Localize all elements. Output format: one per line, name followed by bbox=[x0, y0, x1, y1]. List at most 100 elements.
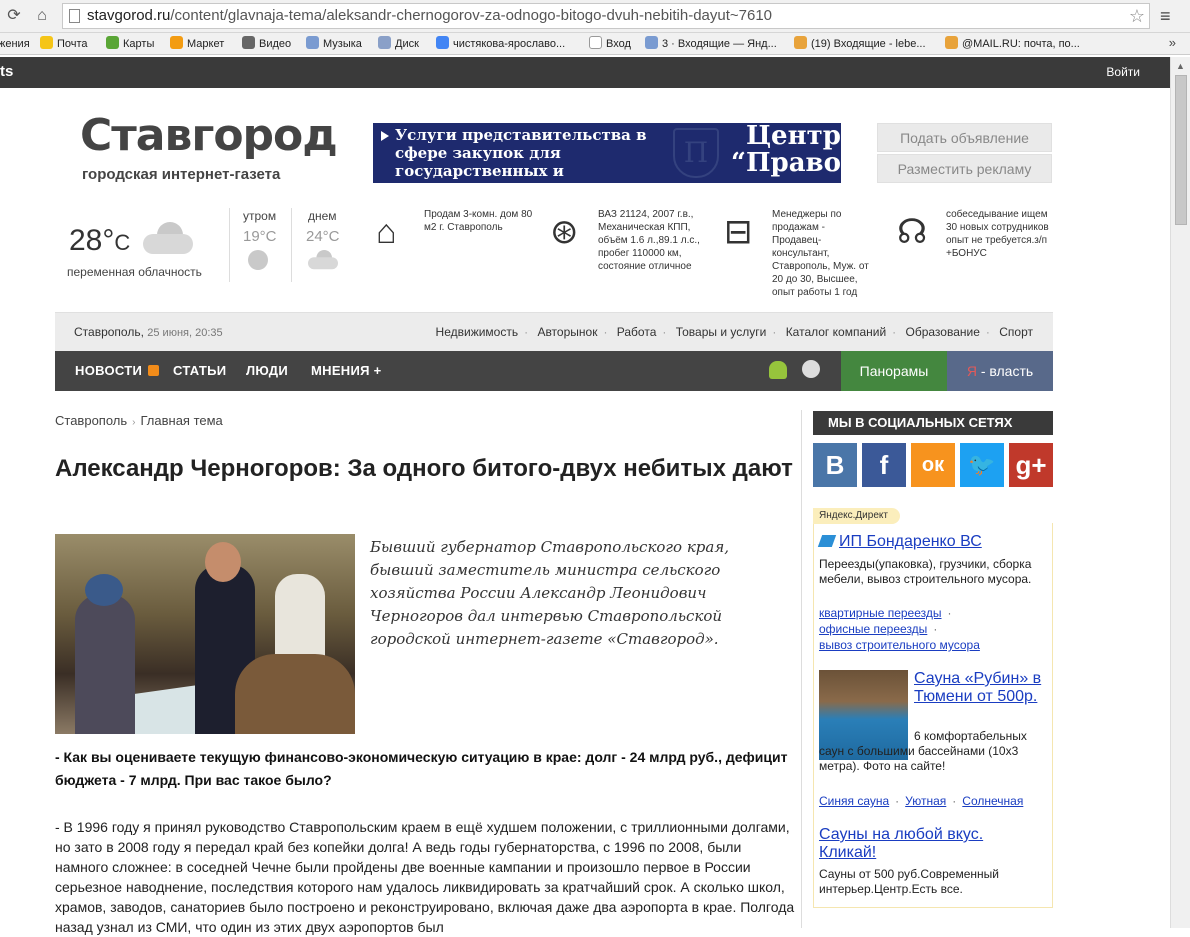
banner-text: Услуги представительства в сфере закупок… bbox=[381, 126, 685, 198]
site-topbar: ts Войти bbox=[0, 57, 1170, 88]
disk-icon bbox=[378, 36, 391, 49]
scroll-up-icon[interactable]: ▲ bbox=[1176, 61, 1185, 71]
ad3-text: Сауны от 500 руб.Современный интерьер.Це… bbox=[819, 867, 999, 896]
morning-temp: 19°C bbox=[243, 228, 277, 245]
mail-icon bbox=[40, 36, 53, 49]
classified-text[interactable]: ВАЗ 21124, 2007 г.в., Механическая КПП, … bbox=[598, 208, 708, 273]
category-link[interactable]: Недвижимость bbox=[436, 325, 519, 339]
ad1-title[interactable]: ИП Бондаренко ВС bbox=[839, 533, 982, 551]
bookmark-item[interactable]: 3 · Входящие — Янд... bbox=[645, 36, 777, 52]
day-temp: 24°C bbox=[306, 228, 340, 245]
cloud-icon bbox=[143, 222, 193, 254]
article-photo bbox=[55, 534, 355, 734]
page-icon bbox=[589, 36, 602, 49]
rss-icon[interactable] bbox=[148, 365, 160, 376]
page-icon bbox=[69, 9, 80, 23]
bookmark-item[interactable]: Маркет bbox=[170, 36, 224, 52]
scrollbar[interactable]: ▲ bbox=[1170, 57, 1190, 928]
apple-icon[interactable] bbox=[802, 360, 820, 378]
bookmark-item[interactable]: чистякова-ярославо... bbox=[436, 36, 565, 52]
classified-text[interactable]: Продам 3-комн. дом 80 м2 г. Ставрополь bbox=[424, 208, 534, 234]
bookmarks-more[interactable]: » bbox=[1169, 35, 1176, 50]
interview-answer: - В 1996 году я принял руководство Ставр… bbox=[55, 819, 795, 935]
breadcrumb: Ставрополь › Главная тема bbox=[55, 413, 223, 428]
steering-wheel-icon: ⊛ bbox=[550, 213, 579, 251]
ad2-link[interactable]: Синяя сауна bbox=[819, 794, 889, 808]
sun-icon bbox=[248, 250, 268, 270]
divider bbox=[229, 208, 230, 282]
bookmark-item[interactable]: Музыка bbox=[306, 36, 362, 52]
google-plus-icon[interactable]: g+ bbox=[1009, 443, 1053, 487]
ad2-link[interactable]: Солнечная bbox=[962, 794, 1023, 808]
classified-text[interactable]: собеседывание ищем 30 новых сотрудников … bbox=[946, 208, 1051, 260]
ad1-link[interactable]: квартирные переезды · bbox=[819, 605, 958, 621]
category-link[interactable]: Образование bbox=[906, 325, 980, 339]
post-ad-button[interactable]: Подать объявление bbox=[877, 123, 1052, 152]
login-link[interactable]: Войти bbox=[1106, 65, 1140, 79]
bookmark-item[interactable]: Видео bbox=[242, 36, 291, 52]
bookmark-item[interactable]: Диск bbox=[378, 36, 419, 52]
article-lead: Бывший губернатор Ставропольского края, … bbox=[370, 538, 730, 648]
ad1-link[interactable]: офисные переезды · bbox=[819, 621, 943, 637]
classified-text[interactable]: Менеджеры по продажам - Продавец-консуль… bbox=[772, 208, 877, 299]
menu-icon[interactable]: ≡ bbox=[1160, 6, 1171, 27]
weather-desc: переменная облачность bbox=[67, 265, 202, 279]
day-label: днем bbox=[308, 209, 337, 223]
at-icon bbox=[945, 36, 958, 49]
maps-icon bbox=[106, 36, 119, 49]
ad2-title[interactable]: Сауна «Рубин» в Тюмени от 500р. bbox=[914, 670, 1044, 706]
bookmark-item[interactable]: жения bbox=[0, 36, 30, 52]
divider bbox=[801, 410, 802, 928]
category-link[interactable]: Товары и услуги bbox=[676, 325, 767, 339]
site-logo[interactable]: Ставгород bbox=[80, 110, 338, 161]
ad3-title[interactable]: Сауны на любой вкус. Кликай! bbox=[819, 826, 1019, 862]
ad2-text: 6 комфортабельных саун с большими бассей… bbox=[819, 729, 1027, 773]
ad2-link[interactable]: Уютная bbox=[905, 794, 946, 808]
bookmark-star-icon[interactable]: ☆ bbox=[1129, 4, 1145, 28]
home-icon[interactable]: ⌂ bbox=[32, 6, 52, 26]
site-tagline: городская интернет-газета bbox=[82, 166, 281, 183]
place-ad-button[interactable]: Разместить рекламу bbox=[877, 154, 1052, 183]
facebook-icon[interactable]: f bbox=[862, 443, 906, 487]
category-link[interactable]: Спорт bbox=[999, 325, 1033, 339]
ad1-link[interactable]: вывоз строительного мусора bbox=[819, 637, 980, 653]
nav-news[interactable]: НОВОСТИ bbox=[75, 363, 160, 378]
market-icon bbox=[170, 36, 183, 49]
ya-vlast-button[interactable]: Я - власть bbox=[947, 351, 1053, 391]
panoramas-button[interactable]: Панорамы bbox=[841, 351, 947, 391]
odnoklassniki-icon[interactable]: ок bbox=[911, 443, 955, 487]
briefcase-icon: ⊟ bbox=[724, 213, 753, 251]
twitter-icon[interactable]: 🐦 bbox=[960, 443, 1004, 487]
yandex-direct-label: Яндекс.Директ bbox=[813, 508, 900, 524]
breadcrumb-link[interactable]: Главная тема bbox=[140, 413, 222, 428]
article-title: Александр Черногоров: За одного битого-д… bbox=[55, 455, 793, 482]
topbar-left-text: ts bbox=[0, 63, 14, 80]
nav-people[interactable]: ЛЮДИ bbox=[246, 363, 288, 378]
main-nav: НОВОСТИ СТАТЬИ ЛЮДИ МНЕНИЯ + Панорамы Я … bbox=[55, 351, 1053, 391]
address-bar[interactable]: stavgorod.ru/content/glavnaja-tema/aleks… bbox=[62, 3, 1150, 29]
music-icon bbox=[306, 36, 319, 49]
bookmark-item[interactable]: Карты bbox=[106, 36, 154, 52]
city-date: Ставрополь, 25 июня, 20:35 bbox=[74, 325, 223, 339]
nav-opinions[interactable]: МНЕНИЯ + bbox=[311, 363, 382, 378]
morning-label: утром bbox=[243, 209, 277, 223]
android-icon[interactable] bbox=[769, 361, 787, 379]
bookmark-item[interactable]: @MAIL.RU: почта, по... bbox=[945, 36, 1080, 52]
shield-icon: П bbox=[673, 128, 719, 178]
ad-banner[interactable]: Услуги представительства в сфере закупок… bbox=[373, 123, 856, 198]
bookmark-item[interactable]: Вход bbox=[589, 36, 631, 52]
category-link[interactable]: Авторынок bbox=[537, 325, 597, 339]
interview-question: - Как вы оцениваете текущую финансово-эк… bbox=[55, 749, 788, 788]
speaking-head-icon: ☊ bbox=[897, 213, 928, 251]
category-link[interactable]: Работа bbox=[617, 325, 657, 339]
ad2-links: Синяя сауна · Уютная · Солнечная bbox=[819, 794, 1024, 808]
scrollbar-thumb[interactable] bbox=[1175, 75, 1187, 225]
bookmark-item[interactable]: (19) Входящие - lebe... bbox=[794, 36, 926, 52]
reload-icon[interactable]: ⟳ bbox=[4, 6, 24, 26]
bookmark-item[interactable]: Почта bbox=[40, 36, 88, 52]
vk-icon[interactable]: В bbox=[813, 443, 857, 487]
url-path: /content/glavnaja-tema/aleksandr-chernog… bbox=[170, 7, 773, 24]
breadcrumb-link[interactable]: Ставрополь bbox=[55, 413, 127, 428]
nav-articles[interactable]: СТАТЬИ bbox=[173, 363, 226, 378]
category-link[interactable]: Каталог компаний bbox=[786, 325, 886, 339]
